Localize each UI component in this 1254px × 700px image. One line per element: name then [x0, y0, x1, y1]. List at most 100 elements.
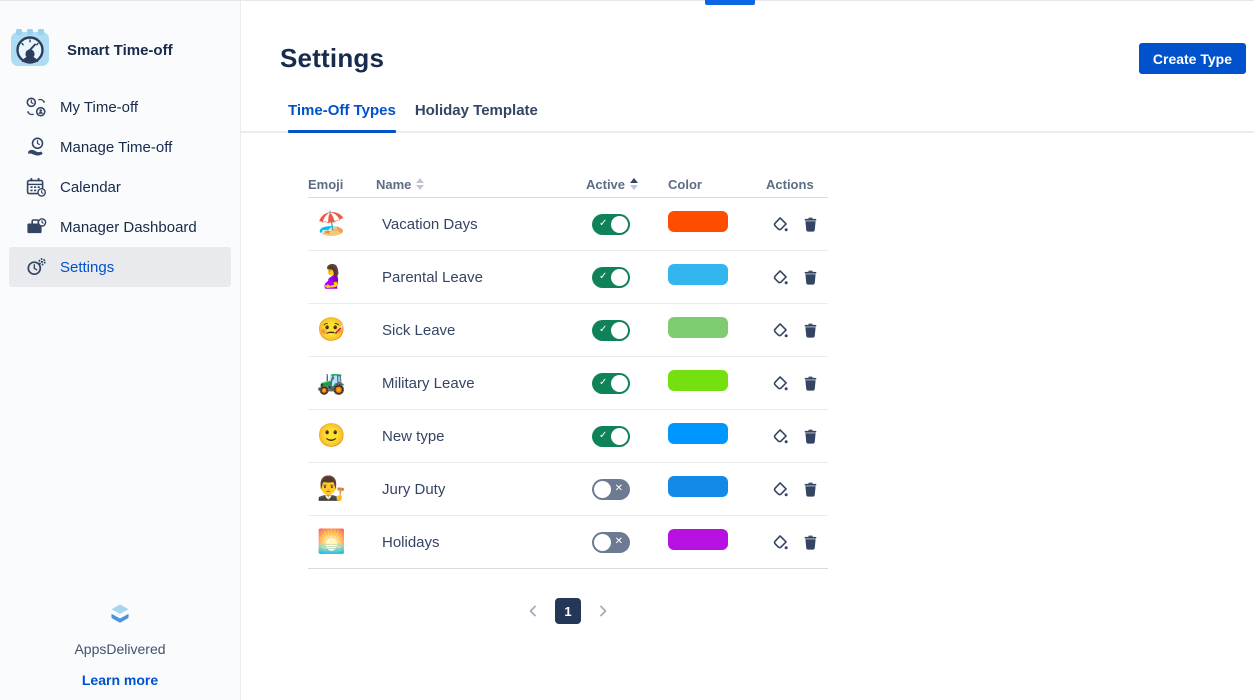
emoji-cell: 🚜	[308, 371, 376, 395]
toggle-knob	[594, 534, 611, 551]
color-cell	[668, 370, 766, 396]
page-title: Settings	[280, 43, 384, 74]
color-swatch	[668, 370, 728, 391]
fill-color-icon[interactable]	[772, 534, 789, 551]
column-header-color: Color	[668, 177, 766, 192]
type-name: New type	[376, 428, 586, 445]
time-off-types-table: Emoji Name Active Color Actions	[308, 171, 828, 569]
tab-holiday-template[interactable]: Holiday Template	[415, 102, 538, 131]
actions-cell	[766, 269, 828, 286]
sidebar-item-label: Manage Time-off	[60, 139, 172, 156]
column-header-emoji: Emoji	[308, 177, 376, 192]
app-title: Smart Time-off	[67, 42, 173, 59]
delete-icon[interactable]	[802, 481, 819, 498]
actions-cell	[766, 428, 828, 445]
active-toggle[interactable]: ✓	[592, 267, 630, 288]
delete-icon[interactable]	[802, 322, 819, 339]
sidebar-nav: My Time-off Manage Time-off	[0, 87, 240, 287]
type-emoji: 🏖️	[317, 210, 346, 236]
toggle-state-icon: ✓	[599, 219, 607, 229]
emoji-cell: 🏖️	[308, 212, 376, 236]
active-cell: ✓	[586, 373, 668, 394]
tab-time-off-types[interactable]: Time-Off Types	[288, 102, 396, 131]
emoji-cell: 🤒	[308, 318, 376, 342]
emoji-cell: 🙂	[308, 424, 376, 448]
actions-cell	[766, 216, 828, 233]
column-header-name[interactable]: Name	[376, 177, 586, 192]
sidebar-item-label: Calendar	[60, 179, 121, 196]
main-content: Settings Create Type Time-Off Types Holi…	[241, 1, 1254, 700]
active-cell: ✕	[586, 479, 668, 500]
person-clock-swap-icon	[25, 96, 47, 118]
app-logo-row: Smart Time-off	[0, 1, 240, 73]
type-emoji: 🤒	[317, 316, 346, 342]
color-cell	[668, 476, 766, 502]
fill-color-icon[interactable]	[772, 481, 789, 498]
sidebar-item-calendar[interactable]: Calendar	[0, 167, 240, 207]
type-name: Sick Leave	[376, 322, 586, 339]
table-row: 🚜 Military Leave ✓	[308, 357, 828, 410]
fill-color-icon[interactable]	[772, 216, 789, 233]
toggle-state-icon: ✓	[599, 272, 607, 282]
sidebar-footer: AppsDelivered Learn more	[0, 601, 240, 688]
calendar-clock-icon	[25, 176, 47, 198]
color-cell	[668, 423, 766, 449]
active-toggle[interactable]: ✓	[592, 214, 630, 235]
top-border	[0, 0, 1254, 1]
toggle-state-icon: ✕	[615, 537, 623, 547]
table-body: 🏖️ Vacation Days ✓	[308, 198, 828, 569]
active-cell: ✓	[586, 267, 668, 288]
next-page-icon[interactable]	[595, 603, 611, 619]
sidebar-item-manage-timeoff[interactable]: Manage Time-off	[0, 127, 240, 167]
sidebar: Smart Time-off My Time-off	[0, 1, 241, 700]
app-logo-icon	[10, 28, 50, 73]
clock-gear-icon	[25, 256, 47, 278]
type-emoji: 👨‍⚖️	[317, 475, 346, 501]
actions-cell	[766, 322, 828, 339]
sort-icon-active-ascending	[630, 178, 638, 190]
fill-color-icon[interactable]	[772, 269, 789, 286]
active-toggle[interactable]: ✓	[592, 426, 630, 447]
page-number-button[interactable]: 1	[555, 598, 581, 624]
type-emoji: 🙂	[317, 422, 346, 448]
active-toggle[interactable]: ✓	[592, 320, 630, 341]
color-swatch	[668, 211, 728, 232]
column-header-active[interactable]: Active	[586, 177, 668, 192]
fill-color-icon[interactable]	[772, 322, 789, 339]
delete-icon[interactable]	[802, 375, 819, 392]
active-toggle[interactable]: ✕	[592, 479, 630, 500]
learn-more-link[interactable]: Learn more	[0, 672, 240, 688]
active-toggle[interactable]: ✕	[592, 532, 630, 553]
color-swatch	[668, 529, 728, 550]
delete-icon[interactable]	[802, 269, 819, 286]
delete-icon[interactable]	[802, 534, 819, 551]
sidebar-item-settings[interactable]: Settings	[9, 247, 231, 287]
toggle-knob	[594, 481, 611, 498]
sort-icon-name	[416, 178, 424, 190]
type-name: Holidays	[376, 534, 586, 551]
brand-name: AppsDelivered	[0, 641, 240, 657]
delete-icon[interactable]	[802, 216, 819, 233]
active-cell: ✓	[586, 426, 668, 447]
table-row: 🏖️ Vacation Days ✓	[308, 198, 828, 251]
delete-icon[interactable]	[802, 428, 819, 445]
fill-color-icon[interactable]	[772, 375, 789, 392]
pagination: 1	[308, 598, 828, 624]
color-cell	[668, 317, 766, 343]
type-name: Military Leave	[376, 375, 586, 392]
active-cell: ✓	[586, 214, 668, 235]
actions-cell	[766, 534, 828, 551]
type-emoji: 🤰	[317, 263, 346, 289]
fill-color-icon[interactable]	[772, 428, 789, 445]
table-row: 👨‍⚖️ Jury Duty ✕	[308, 463, 828, 516]
table-header-row: Emoji Name Active Color Actions	[308, 171, 828, 198]
toggle-state-icon: ✓	[599, 325, 607, 335]
active-toggle[interactable]: ✓	[592, 373, 630, 394]
previous-page-icon[interactable]	[525, 603, 541, 619]
sidebar-item-my-timeoff[interactable]: My Time-off	[0, 87, 240, 127]
sidebar-item-label: My Time-off	[60, 99, 138, 116]
sidebar-item-manager-dashboard[interactable]: Manager Dashboard	[0, 207, 240, 247]
create-type-button[interactable]: Create Type	[1139, 43, 1246, 74]
active-cell: ✓	[586, 320, 668, 341]
actions-cell	[766, 481, 828, 498]
